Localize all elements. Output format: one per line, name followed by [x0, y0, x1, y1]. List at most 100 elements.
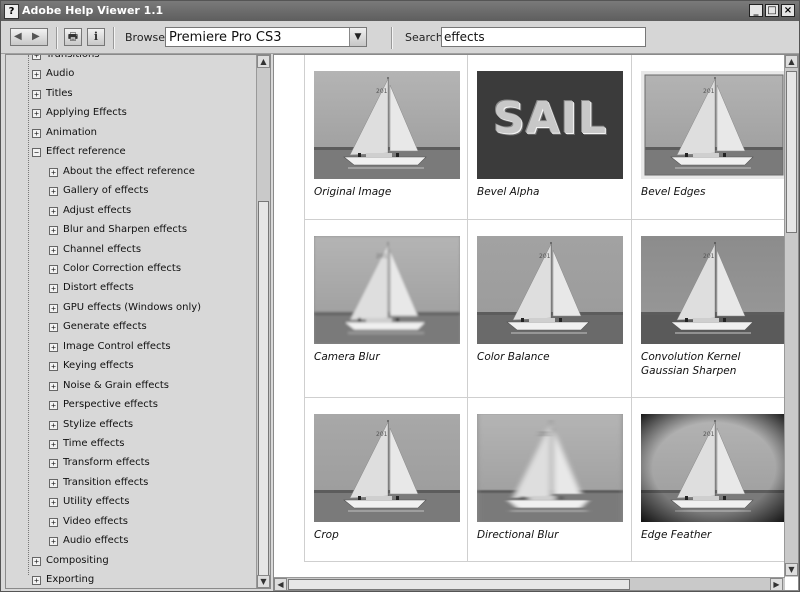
scroll-up-arrow-icon[interactable]: ▲: [257, 55, 270, 68]
sidebar-item-label: Compositing: [46, 554, 109, 566]
expand-icon[interactable]: +: [49, 187, 58, 197]
sidebar-item-label: Video effects: [63, 515, 129, 527]
effect-sample-image: 201: [641, 414, 786, 522]
effect-caption: Original Image: [314, 186, 392, 198]
effect-sample-image: 201: [314, 414, 460, 522]
topic-vertical-scrollbar[interactable]: ▲ ▼: [784, 55, 798, 577]
expand-icon[interactable]: +: [49, 478, 58, 488]
gallery-item: 201 Convolution Kernel Gaussian Sharpen: [632, 220, 786, 398]
topic-scroll-thumb[interactable]: [786, 71, 797, 233]
expand-icon[interactable]: +: [49, 362, 58, 372]
collapse-icon[interactable]: −: [32, 148, 41, 158]
expand-icon[interactable]: +: [32, 128, 41, 138]
scroll-right-arrow-icon[interactable]: ▶: [770, 578, 783, 590]
maximize-button[interactable]: □: [765, 4, 779, 17]
sidebar-item-label: Blur and Sharpen effects: [63, 224, 188, 236]
gallery-item: 201 Color Balance: [468, 220, 632, 398]
effect-caption: Directional Blur: [477, 529, 559, 541]
gallery-item: 201 Edge Feather: [632, 398, 786, 562]
expand-icon[interactable]: +: [32, 55, 41, 60]
scroll-up-arrow-icon[interactable]: ▲: [785, 55, 798, 68]
expand-icon[interactable]: +: [32, 70, 41, 80]
topic-horizontal-scrollbar[interactable]: ◀ ▶: [274, 577, 785, 590]
contents-scroll-thumb[interactable]: [258, 201, 269, 577]
svg-text:201: 201: [539, 431, 551, 438]
window-title: Adobe Help Viewer 1.1: [22, 4, 164, 17]
effect-sample-image: 201: [641, 71, 786, 179]
effect-caption: Bevel Alpha: [477, 186, 540, 198]
printer-icon: 🖶: [67, 30, 79, 43]
minimize-button[interactable]: _: [749, 4, 763, 17]
sidebar-item-label: Noise & Grain effects: [63, 379, 170, 391]
expand-icon[interactable]: +: [49, 401, 58, 411]
search-input[interactable]: [441, 27, 646, 47]
expand-icon[interactable]: +: [32, 556, 41, 566]
expand-icon[interactable]: +: [49, 440, 58, 449]
sidebar-item-label: Effect reference: [46, 146, 126, 158]
effect-caption: Edge Feather: [641, 529, 712, 541]
expand-icon[interactable]: +: [49, 323, 58, 333]
sidebar-item-label: Time effects: [63, 438, 125, 449]
topic-hscroll-thumb[interactable]: [288, 579, 630, 590]
expand-icon[interactable]: +: [49, 342, 58, 352]
sidebar-item-label: Keying effects: [63, 360, 134, 372]
sidebar-item-label: Audio effects: [63, 535, 129, 547]
svg-text:201: 201: [539, 253, 551, 260]
sidebar-item-label: Stylize effects: [63, 418, 134, 430]
browse-label: Browse: [125, 31, 166, 44]
toolbar-divider: [113, 27, 115, 49]
expand-icon[interactable]: +: [32, 89, 41, 99]
expand-icon[interactable]: +: [49, 303, 58, 313]
back-arrow-icon[interactable]: ◀: [14, 31, 22, 42]
expand-icon[interactable]: +: [49, 420, 58, 430]
forward-arrow-icon[interactable]: ▶: [32, 31, 40, 42]
contents-scrollbar[interactable]: ▲ ▼: [256, 55, 270, 588]
effect-caption: Crop: [314, 529, 339, 541]
expand-icon[interactable]: +: [49, 459, 58, 469]
expand-icon[interactable]: +: [32, 109, 41, 119]
sidebar-item-label: About the effect reference: [63, 165, 195, 177]
expand-icon[interactable]: +: [49, 226, 58, 236]
expand-icon[interactable]: +: [49, 167, 58, 177]
effect-sample-image: 201: [477, 414, 623, 522]
chevron-down-icon[interactable]: ▼: [349, 28, 366, 46]
expand-icon[interactable]: +: [32, 576, 41, 586]
scroll-left-arrow-icon[interactable]: ◀: [274, 578, 287, 590]
print-button[interactable]: 🖶: [64, 28, 82, 46]
svg-text:201: 201: [376, 431, 388, 438]
sidebar-item-label: Titles: [46, 87, 73, 99]
expand-icon[interactable]: +: [49, 264, 58, 274]
effect-caption: Color Balance: [477, 351, 550, 363]
sidebar-item-label: Applying Effects: [46, 107, 127, 119]
sidebar-item-label: Transform effects: [63, 457, 150, 469]
close-button[interactable]: ×: [781, 4, 795, 17]
scroll-down-arrow-icon[interactable]: ▼: [785, 563, 798, 576]
sidebar-item-label: Utility effects: [63, 496, 130, 508]
expand-icon[interactable]: +: [49, 498, 58, 508]
toolbar-divider: [391, 27, 393, 49]
expand-icon[interactable]: +: [49, 245, 58, 255]
contents-tree: + Transitions + Audio + Titles + Applying Effec…: [6, 55, 256, 588]
effect-caption: Camera Blur: [314, 351, 380, 363]
title-bar[interactable]: ? Adobe Help Viewer 1.1 _ □ ×: [1, 1, 799, 21]
sidebar-item-label: GPU effects (Windows only): [63, 301, 202, 313]
expand-icon[interactable]: +: [49, 381, 58, 391]
browse-select[interactable]: Premiere Pro CS3 ▼: [165, 27, 367, 47]
sidebar-item-label: Generate effects: [63, 321, 147, 333]
sidebar-item-label: Distort effects: [63, 282, 134, 294]
sidebar-item-label: Gallery of effects: [63, 185, 149, 197]
scroll-down-arrow-icon[interactable]: ▼: [257, 575, 270, 588]
expand-icon[interactable]: +: [49, 537, 58, 547]
sidebar-item-label: Channel effects: [63, 243, 142, 255]
effect-caption: Bevel Edges: [641, 186, 706, 198]
effect-sample-image: 201: [641, 236, 786, 344]
sidebar-item-label: Transition effects: [63, 476, 149, 488]
expand-icon[interactable]: +: [49, 517, 58, 527]
expand-icon[interactable]: +: [49, 284, 58, 294]
info-button[interactable]: i: [87, 28, 105, 46]
gallery-item: 201 Camera Blur: [304, 220, 468, 398]
sidebar-item-label: Adjust effects: [63, 204, 132, 216]
expand-icon[interactable]: +: [49, 206, 58, 216]
sidebar-item-label: Exporting: [46, 574, 95, 586]
topic-pane: 201 Original Image SAIL Bevel Alpha 201 B…: [273, 54, 799, 591]
